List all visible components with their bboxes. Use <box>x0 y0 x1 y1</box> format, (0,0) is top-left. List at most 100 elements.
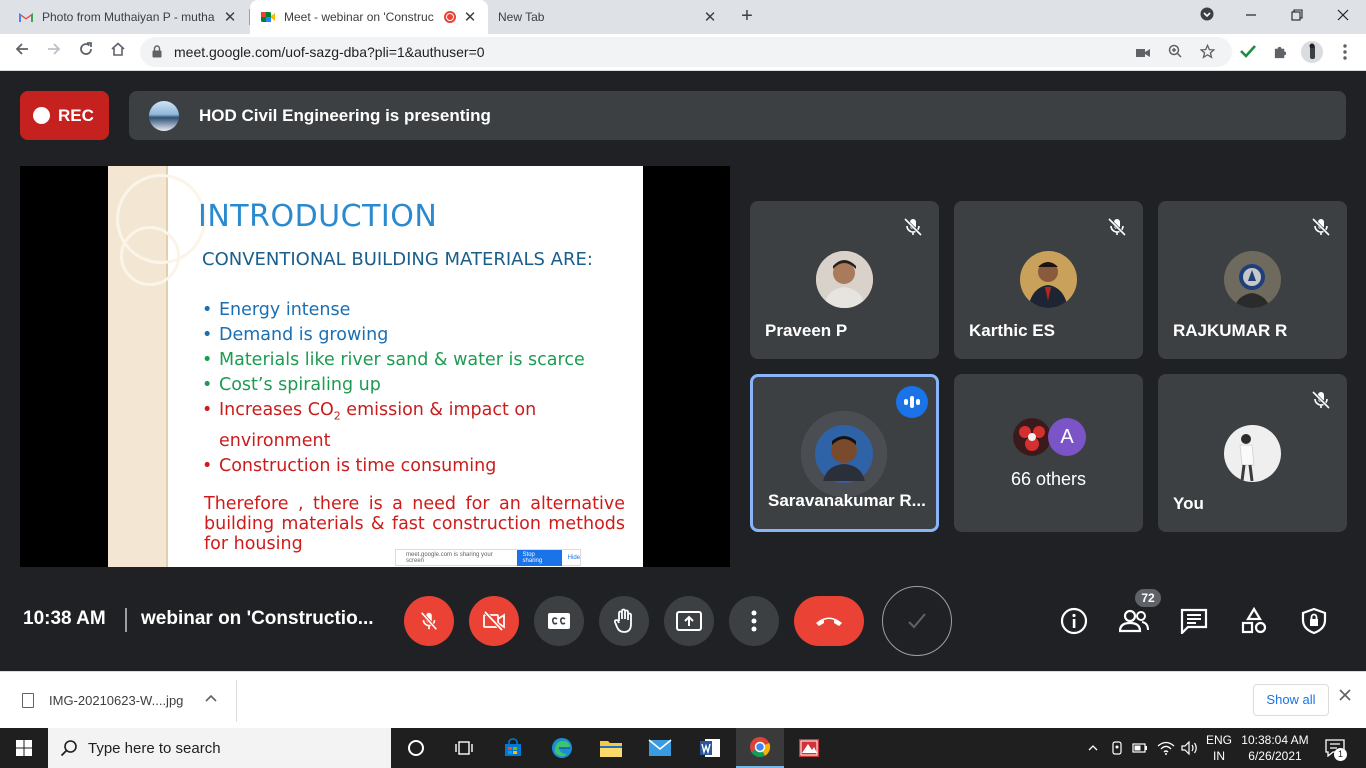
taskbar-search-box[interactable]: Type here to search <box>48 728 391 768</box>
avatar <box>1020 251 1077 308</box>
people-button[interactable] <box>1119 606 1149 636</box>
more-vertical-icon <box>751 610 757 632</box>
presentation-stage[interactable]: INTRODUCTION CONVENTIONAL BUILDING MATER… <box>20 166 730 567</box>
wifi-icon[interactable] <box>1155 728 1177 768</box>
slide: INTRODUCTION CONVENTIONAL BUILDING MATER… <box>108 166 643 567</box>
camera-in-use-icon[interactable] <box>1134 44 1152 62</box>
screen-share-bar: meet.google.com is sharing your screen S… <box>395 549 581 566</box>
participant-name: Saravanakumar R... <box>768 491 926 510</box>
file-explorer-button[interactable] <box>587 728 635 768</box>
participant-tile[interactable]: Karthic ES <box>954 201 1143 359</box>
hide-button[interactable]: Hide <box>568 555 580 561</box>
forward-icon[interactable] <box>42 40 66 64</box>
more-options-button[interactable] <box>729 596 779 646</box>
rec-label: REC <box>58 105 94 125</box>
tab-strip: Photo from Muthaiyan P - mutha ✕ Meet - … <box>0 0 1366 34</box>
location-icon[interactable] <box>1107 728 1127 768</box>
mic-off-icon <box>1311 217 1331 237</box>
address-bar[interactable]: meet.google.com/uof-sazg-dba?pli=1&authu… <box>140 37 1232 67</box>
activities-shapes-icon <box>1241 607 1267 634</box>
slide-conclusion: Therefore , there is a need for an alter… <box>204 494 625 554</box>
participant-tile-active-speaker[interactable]: Saravanakumar R... <box>750 374 939 532</box>
tab-close-button[interactable]: ✕ <box>222 8 238 26</box>
present-now-button[interactable] <box>664 596 714 646</box>
tab-close-button[interactable]: ✕ <box>462 8 478 26</box>
raise-hand-button[interactable] <box>599 596 649 646</box>
participant-tile[interactable]: Praveen P <box>750 201 939 359</box>
mic-off-icon <box>1107 217 1127 237</box>
paint-app-button[interactable] <box>785 728 833 768</box>
folder-icon <box>600 741 622 757</box>
mic-off-icon <box>1311 390 1331 410</box>
chat-icon <box>1180 608 1208 634</box>
chat-button[interactable] <box>1179 606 1209 636</box>
search-placeholder: Type here to search <box>88 739 221 757</box>
chrome-app-button[interactable] <box>736 728 784 768</box>
close-icon[interactable] <box>1339 688 1351 706</box>
chevron-up-icon[interactable] <box>1083 728 1103 768</box>
extension-overlay-button[interactable] <box>882 586 952 656</box>
shield-lock-icon <box>1301 607 1327 635</box>
volume-icon[interactable] <box>1179 728 1201 768</box>
home-icon[interactable] <box>106 40 130 64</box>
cortana-button[interactable] <box>392 728 440 768</box>
edge-app-button[interactable] <box>538 728 586 768</box>
start-button[interactable] <box>0 728 48 768</box>
download-file-name[interactable]: IMG-20210623-W....jpg <box>49 693 183 708</box>
others-tile[interactable]: A 66 others <box>954 374 1143 532</box>
participant-tile[interactable]: RAJKUMAR R <box>1158 201 1347 359</box>
captions-button[interactable] <box>534 596 584 646</box>
stop-sharing-button[interactable]: Stop sharing <box>516 549 562 566</box>
lock-icon[interactable] <box>152 45 162 58</box>
bookmark-star-icon[interactable] <box>1198 43 1216 62</box>
mic-toggle-button[interactable] <box>404 596 454 646</box>
new-tab-button[interactable]: + <box>736 6 758 28</box>
system-clock[interactable]: 10:38:04 AM 6/26/2021 <box>1239 732 1311 764</box>
tab-new-tab[interactable]: New Tab ✕ <box>488 0 728 34</box>
avatar <box>801 411 887 497</box>
minimize-icon[interactable] <box>1239 5 1263 29</box>
host-controls-button[interactable] <box>1299 606 1329 636</box>
chevron-up-icon[interactable] <box>205 690 217 705</box>
chrome-icon <box>750 737 771 758</box>
activities-button[interactable] <box>1239 606 1269 636</box>
tab-close-button[interactable]: ✕ <box>702 8 718 26</box>
speaking-indicator-icon <box>896 386 928 418</box>
restore-icon[interactable] <box>1285 5 1309 29</box>
divider <box>236 680 237 722</box>
reload-icon[interactable] <box>74 40 98 64</box>
notifications-button[interactable]: 1 <box>1320 728 1350 768</box>
store-app-button[interactable] <box>489 728 537 768</box>
show-all-button[interactable]: Show all <box>1253 684 1329 716</box>
word-app-button[interactable] <box>686 728 734 768</box>
url-text[interactable]: meet.google.com/uof-sazg-dba?pli=1&authu… <box>174 44 485 60</box>
task-view-button[interactable] <box>440 728 488 768</box>
hang-up-icon <box>816 617 842 626</box>
recording-badge[interactable]: REC <box>20 91 109 140</box>
leave-call-button[interactable] <box>794 596 864 646</box>
tab-search-icon[interactable] <box>1195 5 1219 29</box>
participant-name: RAJKUMAR R <box>1173 321 1288 340</box>
meet-icon <box>261 12 275 22</box>
record-dot-icon <box>33 107 50 124</box>
participant-name: Praveen P <box>765 321 848 340</box>
input-language-indicator[interactable]: ENG IN <box>1204 732 1234 764</box>
profile-avatar[interactable] <box>1301 41 1323 63</box>
battery-icon[interactable] <box>1130 728 1150 768</box>
tab-gmail[interactable]: Photo from Muthaiyan P - mutha ✕ <box>8 0 248 34</box>
back-icon[interactable] <box>10 40 34 64</box>
chrome-menu-icon[interactable] <box>1336 44 1354 62</box>
extensions-puzzle-icon[interactable] <box>1271 44 1289 62</box>
tab-meet[interactable]: Meet - webinar on 'Construc ✕ <box>250 0 488 34</box>
close-window-icon[interactable] <box>1331 5 1355 29</box>
extension-check-icon[interactable] <box>1239 44 1257 62</box>
windows-logo-icon <box>16 740 32 756</box>
self-tile[interactable]: You <box>1158 374 1347 532</box>
cortana-circle-icon <box>408 740 424 756</box>
task-view-icon <box>455 741 473 755</box>
zoom-icon[interactable] <box>1166 44 1184 62</box>
meeting-title[interactable]: webinar on 'Constructio... <box>141 608 391 630</box>
meeting-details-button[interactable] <box>1059 606 1089 636</box>
camera-toggle-button[interactable] <box>469 596 519 646</box>
mail-app-button[interactable] <box>636 728 684 768</box>
